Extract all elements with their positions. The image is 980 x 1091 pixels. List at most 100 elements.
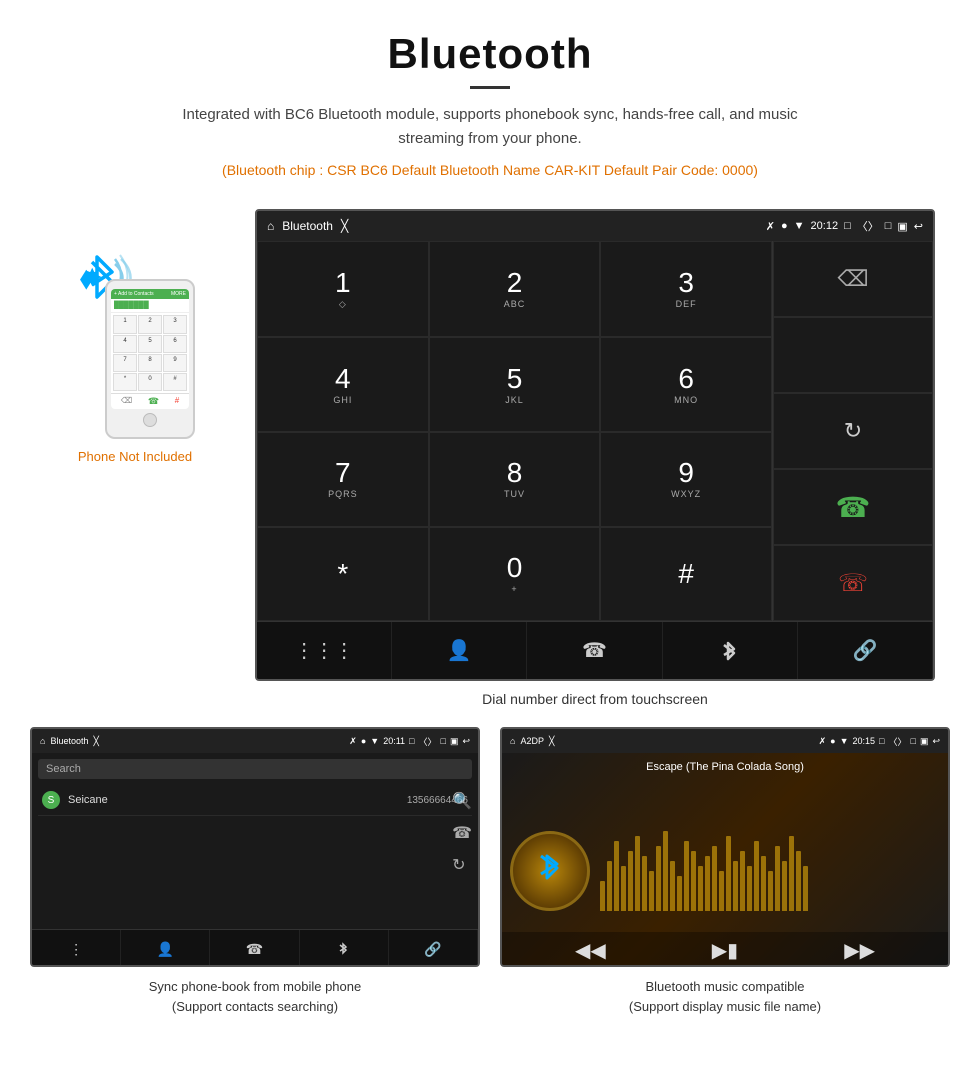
prev-track-btn[interactable]: ◀◀ (575, 938, 606, 963)
camera-icon[interactable]: □ (844, 220, 851, 232)
reload-cell[interactable]: ↻ (773, 393, 933, 469)
phone-key-8: 8 (138, 354, 162, 372)
eq-bar (600, 881, 605, 911)
pb-close-icon: □ (441, 736, 446, 746)
dial-key-2[interactable]: 2 ABC (429, 241, 601, 337)
dial-letters-1: ◇ (339, 299, 347, 310)
dial-key-7[interactable]: 7 PQRS (257, 432, 429, 527)
phone-bottom-bar: ⌫ ☎ # (111, 393, 189, 409)
eq-bar (691, 851, 696, 911)
phonebook-caption-line2: (Support contacts searching) (172, 999, 338, 1014)
toolbar-bluetooth-btn[interactable] (663, 622, 798, 679)
phone-illustration-area: ⬧ ✸ + Add to (30, 209, 240, 464)
pb-status-bar: ⌂ Bluetooth ╳ ✗ ● ▼ 20:11 □ 〈〉 □ ▣ ↩ (32, 729, 478, 753)
close-icon[interactable]: □ (885, 220, 892, 232)
toolbar-contacts-btn[interactable]: 👤 (392, 622, 527, 679)
eq-bar (684, 841, 689, 911)
end-call-icon: ☏ (838, 569, 868, 598)
pb-search-bar[interactable]: Search (38, 759, 472, 779)
pb-tb-phone[interactable]: ☎ (210, 930, 299, 967)
music-loc-icon: ● (830, 736, 835, 746)
pb-mini-toolbar: ⋮ 👤 ☎ 🔗 (32, 929, 478, 967)
eq-bar (726, 836, 731, 911)
dial-num-9: 9 (678, 459, 694, 487)
dial-key-1[interactable]: 1 ◇ (257, 241, 429, 337)
dial-key-0[interactable]: 0 + (429, 527, 601, 622)
dial-num-4: 4 (335, 365, 351, 393)
pb-tb-link[interactable]: 🔗 (389, 930, 478, 967)
home-icon[interactable]: ⌂ (267, 219, 274, 233)
music-content: Escape (The Pina Colada Song) ◀◀ ▶▮ ▶ (502, 753, 948, 967)
dial-key-6[interactable]: 6 MNO (600, 337, 772, 432)
dial-key-star[interactable]: * (257, 527, 429, 622)
next-track-btn[interactable]: ▶▶ (844, 938, 875, 963)
dial-num-star: * (337, 560, 348, 588)
pb-app-name: Bluetooth (50, 736, 88, 746)
car-status-bar: ⌂ Bluetooth ╳ ✗ ● ▼ 20:12 □ 〈〉 □ ▣ ↩ (257, 211, 933, 241)
dial-key-9[interactable]: 9 WXYZ (600, 432, 772, 527)
usb-icon: ╳ (341, 219, 348, 233)
back-icon[interactable]: ↩ (914, 220, 923, 233)
phonebook-caption: Sync phone-book from mobile phone (Suppo… (149, 977, 361, 1016)
end-call-cell[interactable]: ☏ (773, 545, 933, 621)
eq-bar (754, 841, 759, 911)
toolbar-call-btn[interactable]: ☎ (527, 622, 662, 679)
pb-search-icon[interactable]: 🔍 (452, 791, 472, 811)
bottom-screenshots: ⌂ Bluetooth ╳ ✗ ● ▼ 20:11 □ 〈〉 □ ▣ ↩ (0, 707, 980, 1036)
music-home-icon[interactable]: ⌂ (510, 736, 515, 746)
eq-bar (698, 866, 703, 911)
eq-bar (740, 851, 745, 911)
pb-tb-grid[interactable]: ⋮ (32, 930, 121, 967)
music-usb-icon: ╳ (549, 736, 554, 747)
album-bt-icon (535, 850, 565, 893)
pb-phone-icon[interactable]: ☎ (452, 823, 472, 843)
volume-icon[interactable]: 〈〉 (857, 218, 879, 234)
dial-num-hash: # (678, 560, 694, 588)
dial-letters-7: PQRS (328, 489, 358, 499)
empty-cell-1 (773, 317, 933, 393)
pb-cam-icon: □ (409, 736, 414, 746)
pb-tb-bt[interactable] (300, 930, 389, 967)
dial-letters-3: DEF (676, 299, 697, 309)
pb-home-icon[interactable]: ⌂ (40, 736, 45, 746)
song-title: Escape (The Pina Colada Song) (646, 761, 804, 773)
toolbar-grid-btn[interactable]: ⋮⋮⋮ (257, 622, 392, 679)
eq-bar (635, 836, 640, 911)
phone-end-btn: # (175, 396, 179, 407)
play-pause-btn[interactable]: ▶▮ (712, 938, 738, 963)
music-bt-icon: ✗ (819, 736, 827, 747)
phone-signal: MORE (171, 291, 186, 297)
pb-refresh-icon[interactable]: ↻ (452, 855, 472, 875)
search-placeholder: Search (46, 763, 81, 775)
contact-row[interactable]: S Seicane 13566664466 (38, 785, 472, 816)
pb-status-right: ✗ ● ▼ 20:11 □ 〈〉 □ ▣ ↩ (349, 735, 470, 748)
phonebook-content: Search S Seicane 13566664466 (32, 753, 478, 822)
phonebook-screen: ⌂ Bluetooth ╳ ✗ ● ▼ 20:11 □ 〈〉 □ ▣ ↩ (30, 727, 480, 967)
dial-num-1: 1 (335, 269, 351, 297)
dial-num-5: 5 (507, 365, 523, 393)
dial-letters-4: GHI (333, 395, 352, 405)
dialpad-area: 1 ◇ 2 ABC 3 DEF 4 GHI (257, 241, 933, 621)
dial-key-5[interactable]: 5 JKL (429, 337, 601, 432)
backspace-cell[interactable]: ⌫ (773, 241, 933, 317)
dial-key-3[interactable]: 3 DEF (600, 241, 772, 337)
pb-time: 20:11 (383, 736, 405, 746)
eq-bar (761, 856, 766, 911)
page-title: Bluetooth (20, 30, 960, 78)
toolbar-link-btn[interactable]: 🔗 (798, 622, 933, 679)
window-icon[interactable]: ▣ (897, 220, 907, 233)
eq-bar (789, 836, 794, 911)
dial-num-0: 0 (507, 554, 523, 582)
car-screen-area: ⌂ Bluetooth ╳ ✗ ● ▼ 20:12 □ 〈〉 □ ▣ ↩ (240, 209, 950, 707)
dial-key-hash[interactable]: # (600, 527, 772, 622)
phone-key-7: 7 (113, 354, 137, 372)
backspace-icon: ⌫ (837, 266, 868, 292)
pb-side-icons: 🔍 ☎ ↻ (446, 783, 478, 883)
dial-key-8[interactable]: 8 TUV (429, 432, 601, 527)
wifi-icon: ▼ (794, 220, 805, 232)
status-bar-left: ⌂ Bluetooth ╳ (267, 219, 348, 233)
answer-call-cell[interactable]: ☎ (773, 469, 933, 545)
dial-key-4[interactable]: 4 GHI (257, 337, 429, 432)
pb-tb-person[interactable]: 👤 (121, 930, 210, 967)
phone-key-2: 2 (138, 315, 162, 333)
